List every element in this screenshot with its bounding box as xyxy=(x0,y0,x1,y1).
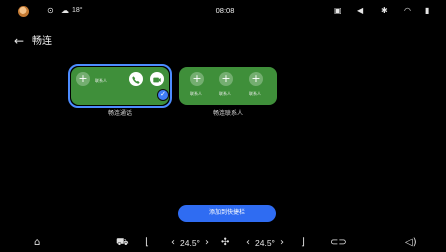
contact-label-2: 联系人 xyxy=(219,91,231,96)
clock-text: 08:08 xyxy=(215,6,235,15)
volume-icon[interactable]: ◀ xyxy=(357,6,363,16)
add-contact-button-3[interactable]: + xyxy=(249,72,263,86)
contact-label: 联系人 xyxy=(95,78,107,83)
bluetooth-icon[interactable]: ✱ xyxy=(381,6,388,16)
temp-increase-left-icon[interactable]: › xyxy=(205,237,209,249)
temp-decrease-left-icon[interactable]: ‹ xyxy=(171,237,175,249)
car-icon[interactable]: ⛟ xyxy=(116,237,129,249)
vehicle-icon[interactable]: ⊂⊃ xyxy=(330,237,347,249)
seat-heat-icon[interactable]: ⌋ xyxy=(301,237,305,249)
signal-icon: ▮ xyxy=(425,6,430,15)
seat-icon[interactable]: ⌊ xyxy=(145,237,149,249)
selected-check-icon: ✓ xyxy=(157,89,169,101)
weather-icon: ☁ xyxy=(61,6,69,15)
voice-assistant-icon[interactable]: ⊙ xyxy=(47,6,54,16)
add-contact-button-1[interactable]: + xyxy=(190,72,204,86)
right-temperature: 24.5° xyxy=(255,238,275,248)
contact-label-1: 联系人 xyxy=(190,91,202,96)
contact-label-3: 联系人 xyxy=(249,91,261,96)
phone-call-icon[interactable] xyxy=(129,72,143,86)
left-temperature: 24.5° xyxy=(180,238,200,248)
status-bar: ⊙ ☁ 18° 08:08 ▣ ◀ ✱ ◠ ▮ xyxy=(0,0,446,22)
page-title: 畅连 xyxy=(32,36,52,47)
temp-increase-right-icon[interactable]: › xyxy=(280,237,284,249)
fan-icon[interactable]: ✣ xyxy=(221,237,229,249)
add-contact-button-2[interactable]: + xyxy=(219,72,233,86)
video-call-icon[interactable] xyxy=(150,72,164,86)
temp-decrease-right-icon[interactable]: ‹ xyxy=(246,237,250,249)
temperature-text: 18° xyxy=(72,7,83,14)
back-arrow-icon[interactable]: ← xyxy=(14,35,24,47)
add-contact-button[interactable]: + xyxy=(76,72,90,86)
bottom-dock: ⌂ ⛟ ⌊ ‹ 24.5° › ✣ ‹ 24.5° › ⌋ ⊂⊃ ◁) xyxy=(0,232,446,252)
card-caption-contacts: 畅连联系人 xyxy=(212,111,243,117)
home-icon[interactable]: ⌂ xyxy=(34,237,40,249)
add-to-shortcut-button[interactable]: 添加到快捷栏 xyxy=(178,205,276,222)
wifi-icon[interactable]: ◠ xyxy=(404,6,411,16)
card-caption-call: 畅连通话 xyxy=(107,111,132,117)
avatar[interactable] xyxy=(18,6,29,17)
screen-cast-icon[interactable]: ▣ xyxy=(334,6,342,16)
speaker-icon[interactable]: ◁) xyxy=(405,237,417,249)
